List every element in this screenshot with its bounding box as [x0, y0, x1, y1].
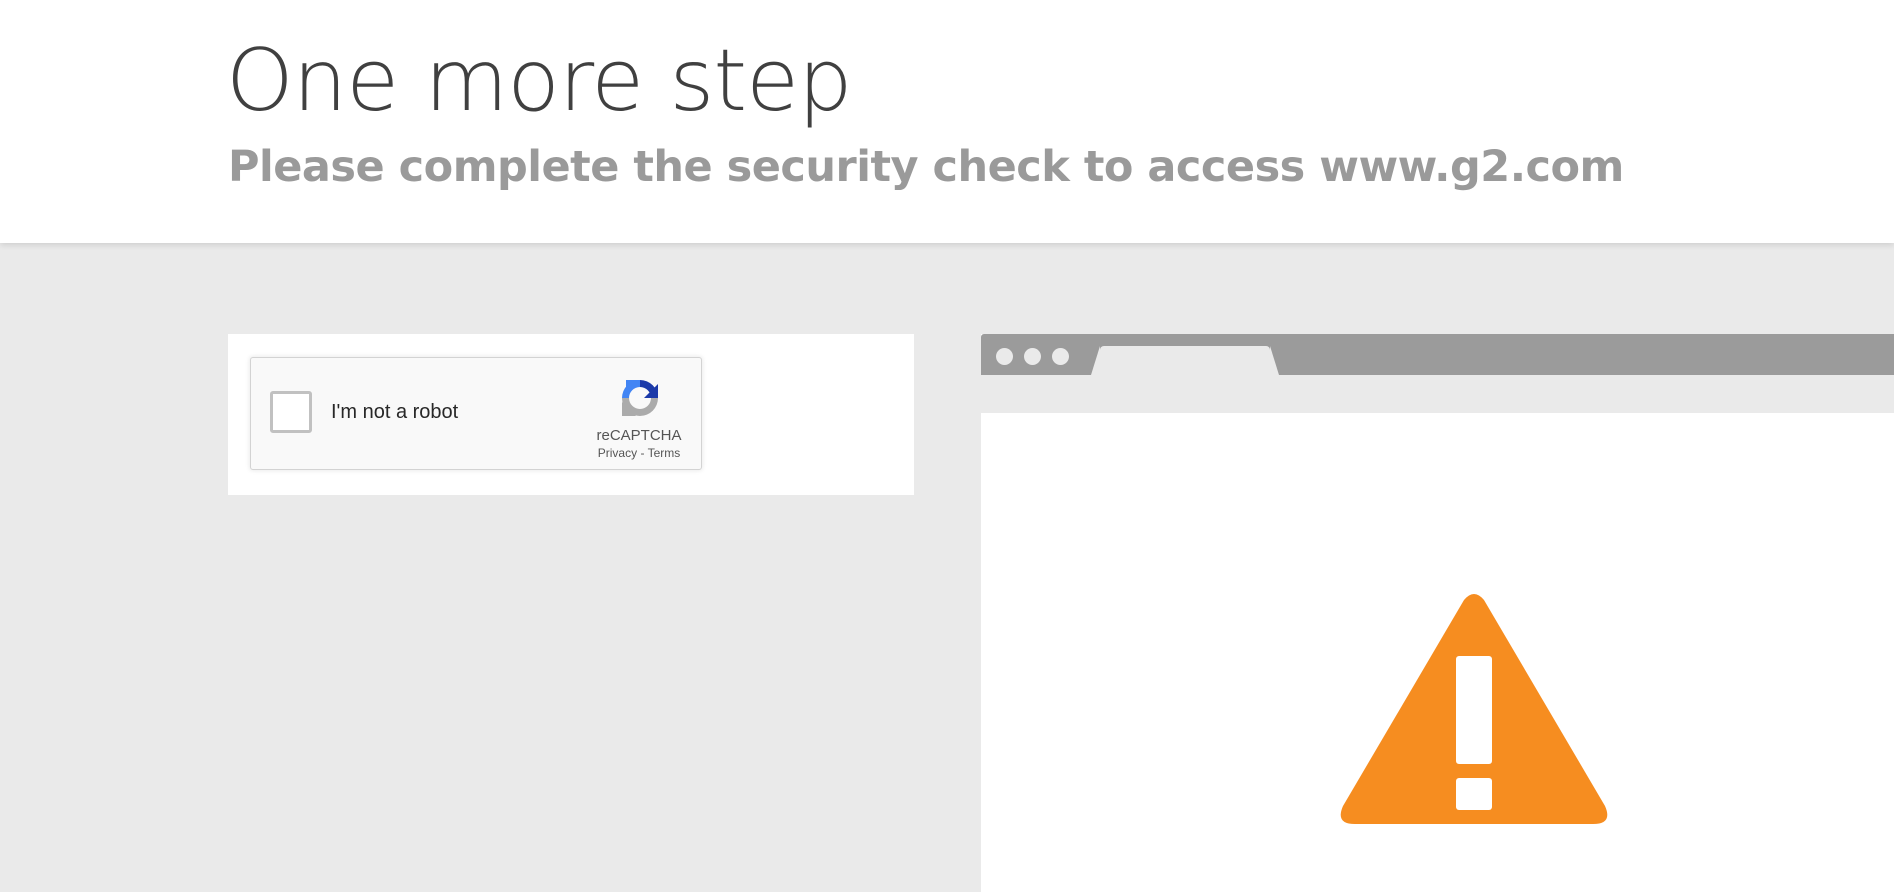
page-header: One more step Please complete the securi… — [0, 0, 1894, 243]
recaptcha-checkbox[interactable] — [270, 391, 312, 433]
browser-dot-icon — [996, 348, 1013, 365]
recaptcha-logo-icon — [622, 380, 658, 416]
browser-illustration — [981, 334, 1894, 892]
recaptcha-brand: reCAPTCHA — [596, 427, 682, 444]
recaptcha-links: Privacy - Terms — [569, 447, 709, 459]
warning-triangle-icon — [1340, 594, 1608, 824]
captcha-panel: I'm not a robot reCAPTCHA Privacy - Term… — [228, 334, 914, 495]
terms-link[interactable]: Terms — [648, 446, 681, 460]
recaptcha-label: I'm not a robot — [331, 401, 459, 423]
browser-addressbar — [981, 375, 1894, 413]
browser-dot-icon — [1052, 348, 1069, 365]
privacy-link[interactable]: Privacy — [598, 446, 637, 460]
links-separator: - — [640, 446, 645, 460]
browser-dot-icon — [1024, 348, 1041, 365]
recaptcha-widget: I'm not a robot reCAPTCHA Privacy - Term… — [250, 357, 702, 470]
browser-tab — [1091, 346, 1279, 375]
page-title: One more step — [226, 31, 853, 131]
browser-titlebar — [981, 334, 1894, 375]
page-subtitle: Please complete the security check to ac… — [228, 142, 1624, 192]
